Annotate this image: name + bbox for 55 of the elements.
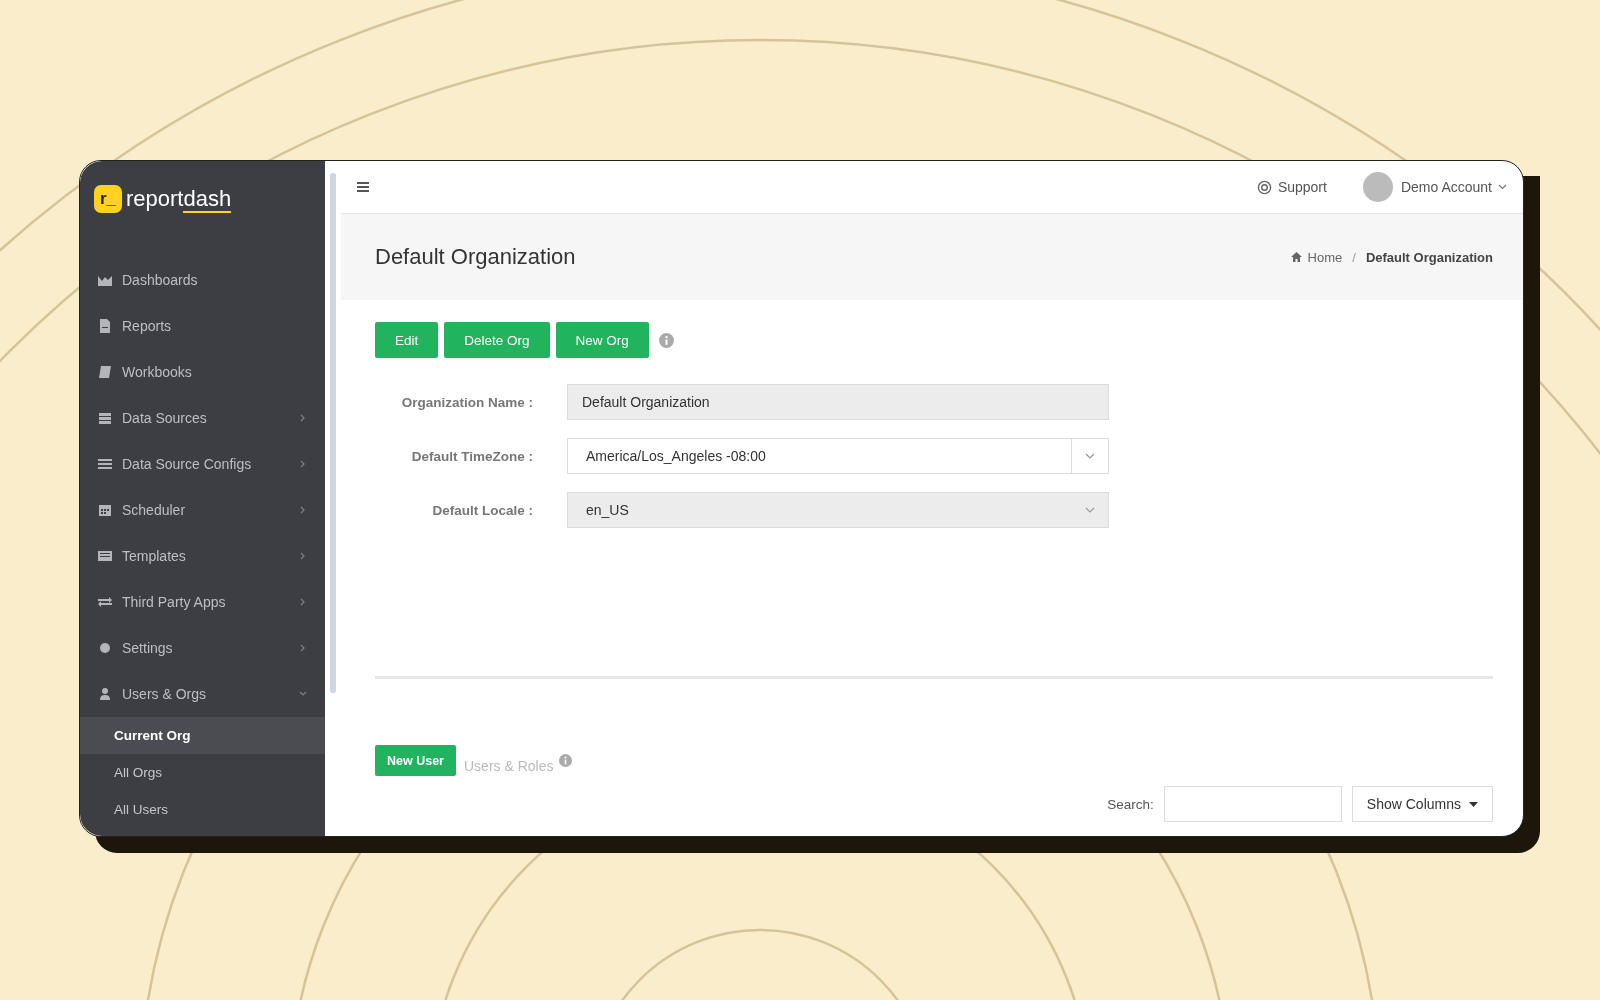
account-menu[interactable]: Demo Account: [1400, 179, 1492, 195]
chevron-icon: [299, 598, 307, 606]
chevron-icon: [299, 644, 307, 652]
chevron-icon: [299, 690, 307, 698]
menu-icon: [98, 641, 112, 655]
breadcrumb-item[interactable]: Home: [1307, 249, 1343, 265]
sidebar-item[interactable]: Third Party Apps: [80, 579, 325, 625]
menu-icon: [98, 503, 112, 517]
sidebar-item[interactable]: Data Sources: [80, 395, 325, 441]
menu-icon[interactable]: [357, 182, 369, 192]
submenu-item[interactable]: All Users: [80, 791, 325, 828]
avatar-icon: [1362, 172, 1393, 202]
section-heading: Users & Roles: [464, 757, 554, 774]
sidebar-item[interactable]: Users & Orgs: [80, 671, 325, 717]
menu-icon: [98, 595, 112, 609]
info-icon[interactable]: [559, 754, 573, 767]
breadcrumb-item: Default Organization: [1365, 249, 1493, 265]
sidebar-item[interactable]: Data Source Configs: [80, 441, 325, 487]
select-field[interactable]: America/Los_Angeles -08:00: [567, 438, 1109, 474]
show-columns-button[interactable]: Show Columns: [1351, 786, 1493, 822]
breadcrumb-separator: /: [1351, 249, 1357, 265]
chevron-icon: [299, 460, 307, 468]
sidebar-item[interactable]: Workbooks: [80, 349, 325, 395]
page-title: Default Organization: [375, 244, 576, 270]
sidebar-item[interactable]: Dashboards: [80, 257, 325, 303]
chevron-icon: [299, 506, 307, 514]
menu-icon: [98, 549, 112, 563]
field-label: Organization Name :: [400, 394, 534, 410]
chevron-icon: [1085, 453, 1095, 459]
chevron-icon: [299, 414, 307, 422]
support-link[interactable]: Support: [1277, 179, 1327, 195]
sidebar-item[interactable]: Templates: [80, 533, 325, 579]
chevron-icon: [1085, 507, 1095, 513]
sidebar-item[interactable]: Reports: [80, 303, 325, 349]
chevron-icon: [1498, 184, 1507, 190]
field-label: Default Locale :: [431, 502, 534, 518]
menu-icon: [98, 457, 112, 471]
field-label: Default TimeZone :: [410, 448, 534, 464]
search-label: Search:: [1107, 796, 1154, 812]
search-field[interactable]: [1163, 786, 1342, 822]
menu-icon: [98, 411, 112, 425]
menu-icon: [98, 319, 112, 333]
menu-icon: [98, 687, 112, 701]
lifebuoy-icon: [1256, 179, 1272, 195]
logo-mark: r_: [94, 185, 122, 213]
info-icon[interactable]: [658, 332, 674, 348]
submenu-item[interactable]: All Orgs: [80, 754, 325, 791]
caret-icon: [1469, 801, 1478, 807]
submenu-item[interactable]: Current Org: [80, 717, 325, 754]
chevron-icon: [299, 552, 307, 560]
logo-wordmark: reportdash: [126, 186, 232, 212]
sidebar-item[interactable]: Settings: [80, 625, 325, 671]
menu-icon: [98, 365, 112, 379]
home-icon: [1290, 252, 1302, 262]
sidebar-item[interactable]: Scheduler: [80, 487, 325, 533]
